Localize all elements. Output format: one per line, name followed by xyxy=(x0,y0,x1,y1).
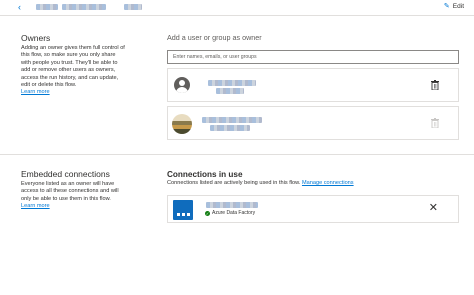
owners-learn-more-link[interactable]: Learn more xyxy=(21,89,50,95)
connection-service-name: Azure Data Factory xyxy=(212,210,256,216)
redacted-owner-name xyxy=(202,117,262,123)
redacted-owner-name xyxy=(208,80,256,86)
redacted-flow-name xyxy=(62,4,106,10)
embedded-learn-more-link[interactable]: Learn more xyxy=(21,203,50,209)
connection-item: ✓ Azure Data Factory ✕ xyxy=(167,195,459,223)
top-bar: ‹ ✎ Edit xyxy=(0,0,474,16)
embedded-description-text: Everyone listed as an owner will have ac… xyxy=(21,181,119,202)
owner-list-item xyxy=(167,106,459,140)
owner-list-item xyxy=(167,68,459,102)
trash-icon[interactable] xyxy=(431,80,439,90)
embedded-connections-title: Embedded connections xyxy=(21,169,110,179)
azure-data-factory-icon xyxy=(173,200,193,220)
embedded-description: Everyone listed as an owner will have ac… xyxy=(21,181,123,211)
connections-subtitle: Connections listed are actively being us… xyxy=(167,180,354,186)
connections-in-use-title: Connections in use xyxy=(167,170,243,179)
redacted-owner-email xyxy=(216,88,244,94)
connections-subtitle-text: Connections listed are actively being us… xyxy=(167,180,301,186)
owners-title: Owners xyxy=(21,33,51,43)
trash-icon xyxy=(431,118,439,128)
default-user-avatar xyxy=(174,77,190,93)
edit-label: Edit xyxy=(452,2,464,10)
photo-avatar xyxy=(172,114,192,134)
pencil-icon: ✎ xyxy=(443,3,450,10)
checkmark-icon: ✓ xyxy=(205,210,210,216)
add-owner-label: Add a user or group as owner xyxy=(167,33,262,42)
owner-search-input[interactable]: Enter names, emails, or user groups xyxy=(167,50,459,64)
close-icon[interactable]: ✕ xyxy=(429,202,438,214)
owners-description-text: Adding an owner gives them full control … xyxy=(21,45,125,89)
section-divider xyxy=(0,154,474,155)
redacted-owner-email xyxy=(210,125,250,131)
redacted-connection-name xyxy=(206,202,258,208)
redacted-breadcrumb xyxy=(36,4,58,10)
edit-button[interactable]: ✎ Edit xyxy=(443,2,464,11)
connection-status: ✓ Azure Data Factory xyxy=(205,210,255,216)
back-arrow-icon[interactable]: ‹ xyxy=(18,1,30,13)
manage-connections-link[interactable]: Manage connections xyxy=(302,180,354,186)
redacted-flow-meta xyxy=(124,4,142,10)
owners-description: Adding an owner gives them full control … xyxy=(21,45,125,97)
